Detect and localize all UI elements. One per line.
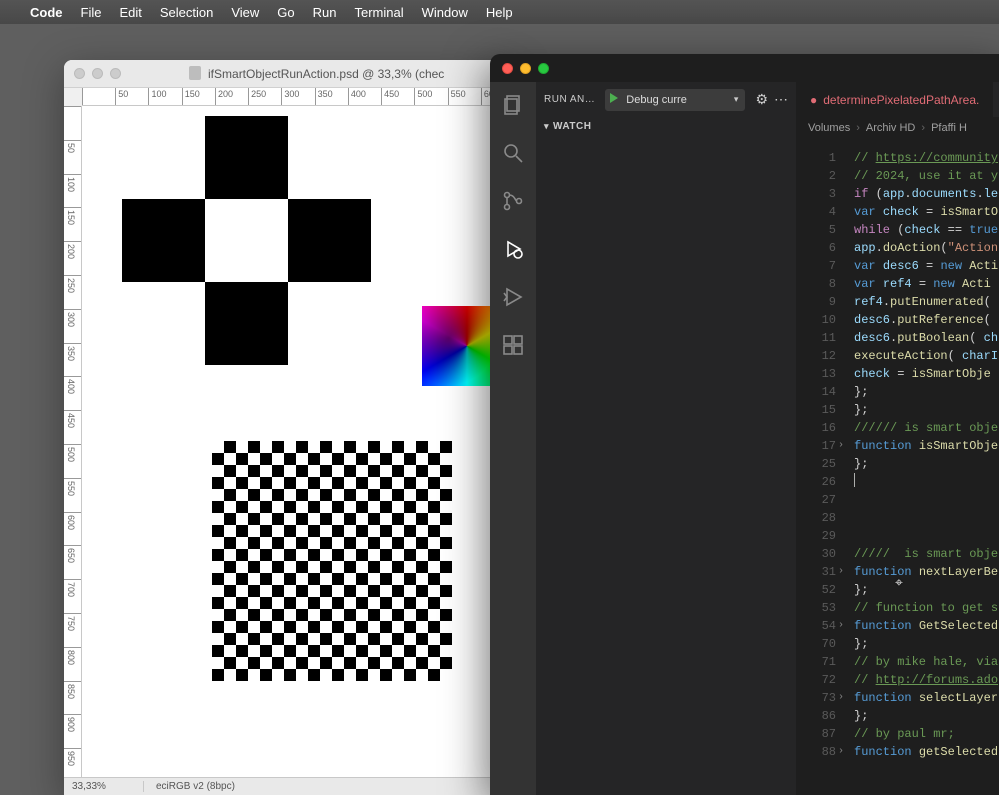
menu-selection[interactable]: Selection — [160, 5, 213, 20]
line-gutter[interactable]: 1234567891011121314151617›25262728293031… — [796, 139, 846, 795]
zoom-icon[interactable] — [538, 63, 549, 74]
extensions-icon[interactable] — [500, 332, 526, 358]
ruler-horizontal[interactable]: 50100150200250300350400450500550600 — [82, 88, 514, 106]
vscode-window: RUN AN… Debug curre ▾ ⚙ ⋯ ▾ WATCH ● dete… — [490, 54, 999, 795]
zoom-level[interactable]: 33,33% — [64, 781, 144, 792]
files-icon[interactable] — [500, 92, 526, 118]
menu-go[interactable]: Go — [277, 5, 294, 20]
color-profile[interactable]: eciRGB v2 (8bpc) — [144, 781, 235, 792]
document-title: ifSmartObjectRunAction.psd @ 33,3% (chec — [129, 66, 504, 81]
menu-help[interactable]: Help — [486, 5, 513, 20]
editor-tabs: ● determinePixelatedPathArea. — [796, 82, 999, 117]
menu-edit[interactable]: Edit — [119, 5, 141, 20]
start-debug-icon[interactable] — [610, 93, 618, 103]
debug-sidebar: RUN AN… Debug curre ▾ ⚙ ⋯ ▾ WATCH — [536, 82, 796, 795]
editor-tab[interactable]: ● determinePixelatedPathArea. — [796, 82, 994, 117]
code-text[interactable]: // https://community// 2024, use it at y… — [846, 139, 999, 795]
activity-bar — [490, 82, 536, 795]
watch-section[interactable]: ▾ WATCH — [536, 117, 796, 136]
source-control-icon[interactable] — [500, 188, 526, 214]
more-icon[interactable]: ⋯ — [774, 91, 788, 108]
cross-shape-layer — [122, 116, 372, 366]
vscode-titlebar — [490, 54, 999, 82]
search-icon[interactable] — [500, 140, 526, 166]
menu-run[interactable]: Run — [313, 5, 337, 20]
photoshop-canvas[interactable] — [82, 106, 514, 777]
checker-layer — [212, 441, 452, 681]
minimize-icon[interactable] — [92, 68, 103, 79]
close-icon[interactable] — [74, 68, 85, 79]
modified-indicator-icon: ● — [810, 93, 817, 107]
zoom-icon[interactable] — [110, 68, 121, 79]
ruler-vertical[interactable]: 5010015020025030035040045050055060065070… — [64, 106, 82, 777]
run-and-debug-label: RUN AN… — [544, 94, 595, 105]
minimize-icon[interactable] — [520, 63, 531, 74]
editor: ● determinePixelatedPathArea. Volumes› A… — [796, 82, 999, 795]
tab-filename: determinePixelatedPathArea. — [823, 93, 979, 107]
menu-window[interactable]: Window — [422, 5, 468, 20]
code-area[interactable]: 1234567891011121314151617›25262728293031… — [796, 139, 999, 795]
photoshop-window: ifSmartObjectRunAction.psd @ 33,3% (chec… — [64, 60, 514, 795]
file-icon — [189, 66, 201, 80]
debug-config-selector[interactable]: Debug curre ▾ — [605, 89, 745, 111]
photoshop-titlebar: ifSmartObjectRunAction.psd @ 33,3% (chec — [64, 60, 514, 88]
photoshop-statusbar: 33,33% eciRGB v2 (8bpc) — [64, 777, 514, 795]
gear-icon[interactable]: ⚙ — [755, 91, 768, 108]
chevron-down-icon: ▾ — [544, 121, 549, 132]
menu-view[interactable]: View — [231, 5, 259, 20]
close-icon[interactable] — [502, 63, 513, 74]
menu-file[interactable]: File — [81, 5, 102, 20]
debug-alt-icon[interactable] — [500, 284, 526, 310]
app-name[interactable]: Code — [30, 5, 63, 20]
macos-menubar: Code File Edit Selection View Go Run Ter… — [0, 0, 999, 24]
chevron-down-icon[interactable]: ▾ — [734, 94, 739, 105]
breadcrumb[interactable]: Volumes› Archiv HD› Pfaffi H — [796, 117, 999, 139]
run-debug-icon[interactable] — [500, 236, 526, 262]
menu-terminal[interactable]: Terminal — [355, 5, 404, 20]
